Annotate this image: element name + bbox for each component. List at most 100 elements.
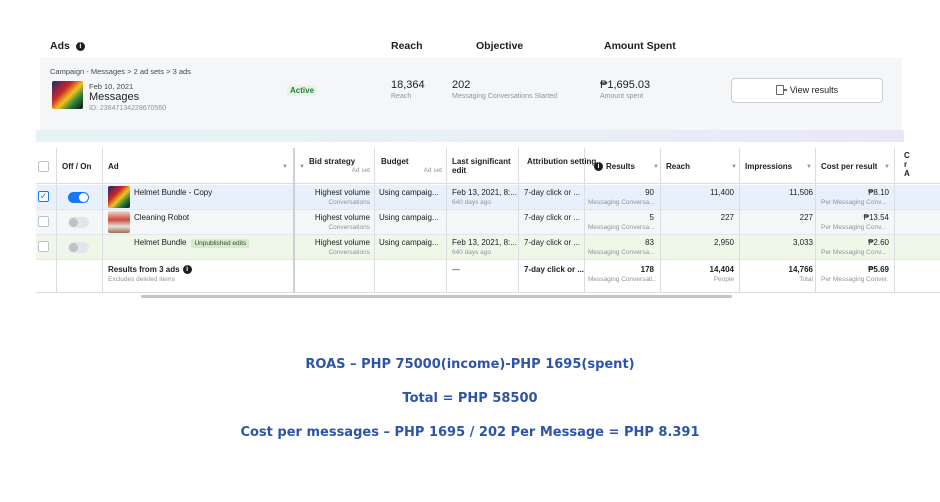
column-divider [815, 148, 816, 293]
info-icon: i [594, 162, 603, 171]
status-badge: Active [287, 85, 318, 96]
column-divider [374, 148, 375, 293]
unpublished-badge: Unpublished edits [191, 239, 250, 248]
totals-cpr-sub: Per Messaging Conver... [821, 276, 889, 283]
campaign-name[interactable]: Messages [89, 91, 139, 103]
last-edit-sub: 640 days ago [452, 249, 492, 256]
table-row[interactable]: Helmet Bundle Unpublished edits Highest v… [36, 235, 940, 260]
campaign-date: Feb 10, 2021 [89, 82, 134, 91]
col-attribution[interactable]: Attribution setting [527, 157, 597, 166]
column-divider [584, 148, 585, 293]
row-checkbox[interactable]: ✓ [38, 191, 49, 202]
column-divider [660, 148, 661, 293]
col-bid-sub: Ad set [351, 167, 370, 174]
totals-label: Results from 3 ads i [108, 265, 192, 274]
reach-label: Reach [391, 93, 412, 100]
campaign-summary-row: Campaign - Messages > 2 ad sets > 3 ads … [40, 58, 902, 130]
sort-icon[interactable]: ▼ [806, 164, 812, 170]
ad-toggle[interactable] [68, 192, 89, 203]
ad-thumbnail [108, 211, 130, 233]
campaign-id: ID: 23847134228670560 [89, 105, 167, 112]
totals-impressions-sub: Total [799, 276, 813, 283]
col-impressions[interactable]: Impressions [745, 162, 792, 171]
sort-icon[interactable]: ▼ [653, 164, 659, 170]
results: 83 [645, 238, 654, 247]
budget: Using campaig... [379, 238, 439, 247]
col-off-on[interactable]: Off / On [62, 162, 91, 171]
view-results-button[interactable]: View results [731, 78, 883, 103]
totals-results-sub: Messaging Conversati... [588, 276, 656, 283]
col-last-edit[interactable]: Last significant edit [452, 157, 522, 175]
cost-per-message-note: Cost per messages – PHP 1695 / 202 Per M… [240, 425, 700, 440]
totals-results: 178 [640, 265, 654, 274]
ads-table: Off / On Ad ▼ ▼ Bid strategy Ad set Budg… [36, 148, 940, 296]
campaign-thumbnail [52, 81, 83, 109]
budget: Using campaig... [379, 213, 439, 222]
ad-name[interactable]: Cleaning Robot [134, 213, 189, 222]
cpr-sub: Per Messaging Conv... [821, 199, 887, 206]
col-cost-per-result[interactable]: Cost per result [821, 162, 877, 171]
totals-cpr: ₱5.69 [868, 265, 889, 274]
col-budget-sub: Ad set [423, 167, 442, 174]
col-reach[interactable]: Reach [666, 162, 690, 171]
column-divider [102, 148, 103, 293]
cpr-sub: Per Messaging Conv... [821, 224, 887, 231]
amount-value: ₱1,695.03 [600, 79, 651, 91]
last-edit: Feb 13, 2021, 8:... [452, 188, 517, 197]
last-edit: Feb 13, 2021, 8:... [452, 238, 517, 247]
col-extra[interactable]: C r A [904, 151, 912, 178]
budget: Using campaig... [379, 188, 439, 197]
totals-last-edit: — [452, 265, 460, 274]
select-all-checkbox[interactable] [38, 161, 49, 172]
ad-toggle[interactable] [68, 217, 89, 228]
reach-header: Reach [391, 40, 423, 52]
col-results[interactable]: i Results [594, 162, 635, 171]
results-sub: Messaging Conversa... [588, 199, 655, 206]
reach: 2,950 [713, 238, 734, 247]
column-divider [56, 148, 57, 293]
ad-name[interactable]: Helmet Bundle Unpublished edits [134, 238, 250, 248]
totals-reach-sub: People [713, 276, 734, 283]
sort-icon[interactable]: ▼ [299, 164, 305, 170]
summary-header: Ads i Reach Objective Amount Spent [0, 34, 940, 56]
table-row[interactable]: ✓ Helmet Bundle - Copy Highest volume Co… [36, 185, 940, 210]
loading-strip [36, 130, 904, 142]
col-budget[interactable]: Budget [381, 157, 409, 166]
info-icon[interactable]: i [182, 265, 192, 274]
objective-label: Messaging Conversations Started [452, 93, 558, 100]
objective-value: 202 [452, 79, 471, 91]
sort-icon[interactable]: ▼ [884, 164, 890, 170]
totals-row: Results from 3 ads i Excludes deleted ite… [36, 260, 940, 293]
objective-header: Objective [476, 40, 524, 52]
column-divider [446, 148, 447, 293]
column-divider [894, 148, 895, 293]
reach: 11,400 [710, 188, 734, 197]
col-ad[interactable]: Ad [108, 162, 119, 171]
last-edit-sub: 640 days ago [452, 199, 492, 206]
amount-spent-header: Amount Spent [604, 40, 676, 52]
ad-toggle[interactable] [68, 242, 89, 253]
cpr-sub: Per Messaging Conv... [821, 249, 887, 256]
roas-note: ROAS – PHP 75000(income)-PHP 1695(spent) [305, 357, 635, 372]
bid-strategy: Highest volume [314, 238, 370, 247]
ad-thumbnail [108, 186, 130, 208]
horizontal-scrollbar[interactable] [141, 295, 732, 298]
col-bid-strategy[interactable]: Bid strategy [309, 157, 355, 166]
results-sub: Messaging Conversa... [588, 249, 655, 256]
export-icon [775, 85, 787, 95]
ad-name[interactable]: Helmet Bundle - Copy [134, 188, 212, 197]
frozen-column-divider[interactable] [293, 148, 295, 293]
sort-icon[interactable]: ▼ [282, 164, 288, 170]
breadcrumb[interactable]: Campaign - Messages > 2 ad sets > 3 ads [50, 67, 191, 76]
impressions: 3,033 [792, 238, 813, 247]
reach-value: 18,364 [391, 79, 425, 91]
row-checkbox[interactable] [38, 241, 49, 252]
attribution: 7-day click or ... [524, 188, 581, 197]
attribution: 7-day click or ... [524, 238, 581, 247]
table-row[interactable]: Cleaning Robot Highest volume Conversati… [36, 210, 940, 235]
row-checkbox[interactable] [38, 216, 49, 227]
sort-icon[interactable]: ▼ [731, 164, 737, 170]
attribution: 7-day click or ... [524, 213, 581, 222]
info-icon[interactable]: i [75, 42, 85, 51]
column-divider [739, 148, 740, 293]
